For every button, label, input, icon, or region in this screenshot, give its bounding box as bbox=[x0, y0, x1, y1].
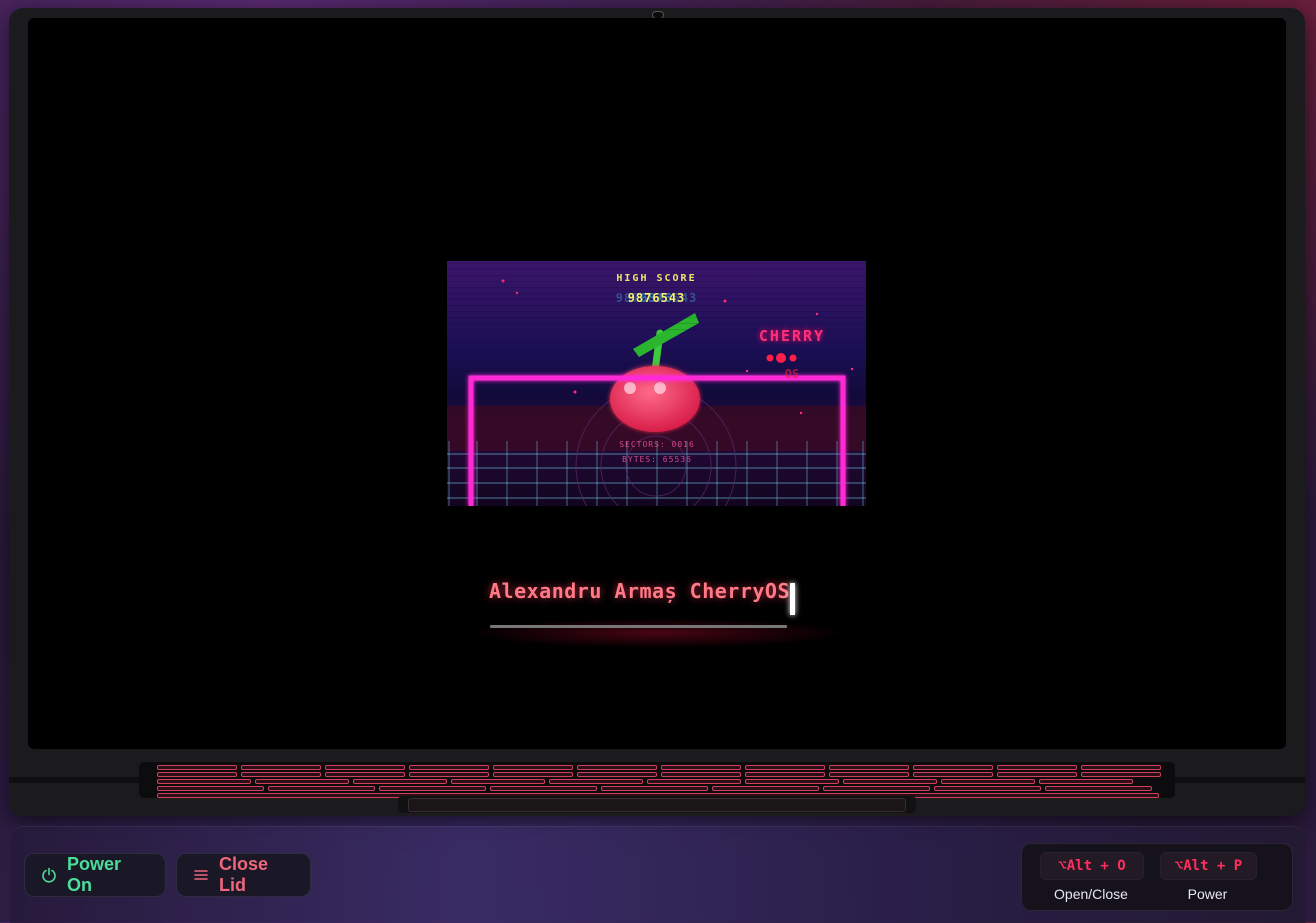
keyboard-row bbox=[157, 765, 1161, 770]
control-bar: Power On Close Lid ⌥Alt + O Open/Close ⌥… bbox=[10, 826, 1306, 923]
high-score-label: HIGH SCORE bbox=[616, 273, 697, 284]
power-on-label: Power On bbox=[67, 854, 122, 895]
keyboard-row bbox=[157, 779, 1133, 784]
laptop: HIGH SCORE 9876543 CHERRY OS SECTORS: 00… bbox=[9, 8, 1305, 816]
boot-text-glow bbox=[468, 618, 848, 648]
keyboard-shortcuts-panel: ⌥Alt + O Open/Close ⌥Alt + P Power bbox=[1021, 843, 1293, 911]
high-score-value: 9876543 bbox=[627, 291, 686, 305]
boot-splash-image: HIGH SCORE 9876543 CHERRY OS SECTORS: 00… bbox=[447, 261, 866, 506]
close-lid-button[interactable]: Close Lid bbox=[176, 853, 311, 897]
trackpad[interactable] bbox=[398, 796, 916, 813]
cherry-brand-subtext: OS bbox=[784, 367, 800, 381]
shortcut-power-keys: ⌥Alt + P bbox=[1160, 852, 1257, 880]
text-cursor bbox=[790, 583, 795, 615]
boot-text-underline bbox=[490, 625, 787, 628]
close-lid-label: Close Lid bbox=[219, 854, 269, 895]
trackpad-surface bbox=[408, 798, 906, 812]
keyboard-row bbox=[157, 772, 1161, 777]
keyboard-row bbox=[157, 786, 1152, 791]
sectors-readout: SECTORS: 0016 bbox=[619, 440, 695, 449]
shortcut-open-close-keys: ⌥Alt + O bbox=[1040, 852, 1144, 880]
boot-typing-text: Alexandru Armaș CherryOS bbox=[489, 579, 790, 603]
power-icon bbox=[41, 867, 57, 883]
menu-icon bbox=[193, 867, 209, 883]
shortcut-power-label: Power bbox=[1187, 886, 1228, 902]
cherry-brand-text: CHERRY bbox=[758, 327, 826, 345]
laptop-screen: HIGH SCORE 9876543 CHERRY OS SECTORS: 00… bbox=[28, 18, 1286, 749]
bytes-readout: BYTES: 65536 bbox=[622, 455, 692, 464]
shortcut-open-close-label: Open/Close bbox=[1054, 886, 1128, 902]
power-on-button[interactable]: Power On bbox=[24, 853, 166, 897]
laptop-keyboard bbox=[139, 762, 1175, 798]
